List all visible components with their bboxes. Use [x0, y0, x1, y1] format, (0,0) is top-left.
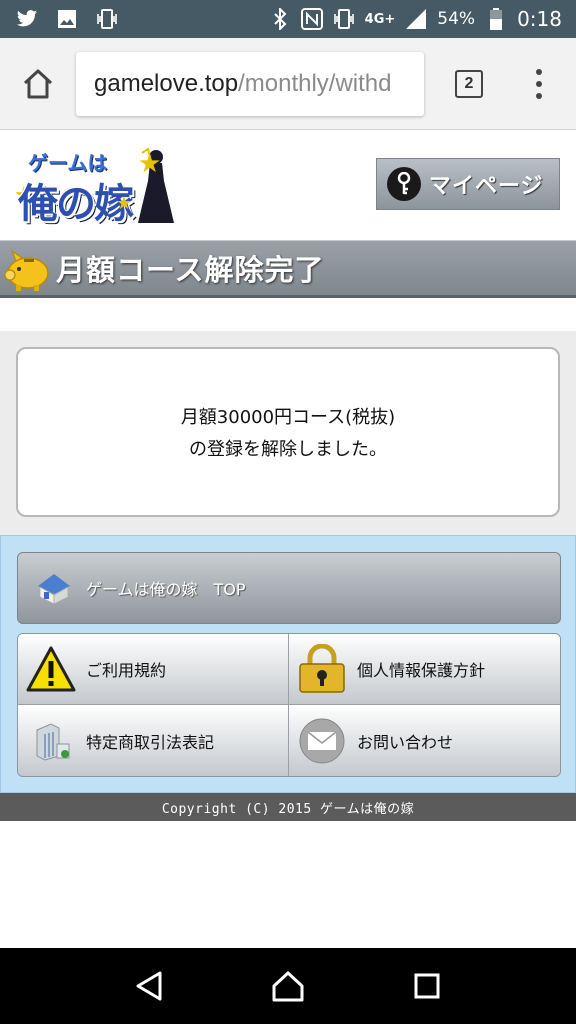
result-message-line-2: の登録を解除しました。 [189, 439, 387, 460]
vibrate-icon [96, 8, 118, 30]
top-page-label: ゲームは俺の嫁 TOP [86, 580, 246, 599]
back-button[interactable] [119, 956, 179, 1016]
page-title-bar: 月額コース解除完了 [0, 240, 576, 298]
privacy-policy-label: 個人情報保護方針 [357, 661, 486, 680]
logo-text-big: 俺の嫁 [18, 181, 134, 227]
recent-apps-button[interactable] [397, 956, 457, 1016]
system-icons: 4G+ 54% 0:18 [269, 7, 576, 31]
page-title: 月額コース解除完了 [56, 253, 325, 287]
commerce-law-label: 特定商取引法表記 [86, 732, 215, 752]
footer-navigation: ゲームは俺の嫁 TOP ご利用規約 個人情報保護方針 特定商取引法表記 お問い合… [0, 535, 576, 793]
site-logo[interactable]: ★ ゲームは 俺の嫁 ★ ★ [14, 145, 174, 227]
system-navigation-bar [0, 948, 576, 1024]
star-icon: ★ [138, 149, 162, 179]
browser-toolbar: gamelove.top/monthly/withd 2 [0, 38, 576, 130]
mail-envelope-icon [297, 716, 347, 766]
signal-icon [405, 8, 427, 30]
notification-icons [0, 8, 118, 30]
site-footer: Copyright (C) 2015 ゲームは俺の嫁 [0, 793, 576, 821]
overflow-menu-button[interactable] [514, 38, 564, 130]
mypage-button[interactable]: マイページ [376, 158, 560, 210]
info-links-grid: ご利用規約 個人情報保護方針 特定商取引法表記 お問い合わせ [17, 633, 561, 777]
twitter-icon [16, 8, 38, 30]
clock: 0:18 [517, 7, 562, 31]
contact-link[interactable]: お問い合わせ [289, 705, 560, 776]
address-bar[interactable]: gamelove.top/monthly/withd [76, 51, 424, 116]
commerce-law-link[interactable]: 特定商取引法表記 [18, 705, 289, 776]
key-icon [387, 167, 421, 201]
bluetooth-icon [269, 8, 291, 30]
image-icon [56, 8, 78, 30]
copyright-text: Copyright (C) 2015 ゲームは俺の嫁 [161, 801, 415, 817]
tab-switcher-button[interactable]: 2 [424, 38, 514, 130]
warning-icon [26, 644, 76, 694]
top-page-link[interactable]: ゲームは俺の嫁 TOP [17, 552, 561, 624]
mypage-label: マイページ [429, 174, 544, 199]
padlock-icon [297, 644, 347, 694]
content-area: 月額30000円コース(税抜) の登録を解除しました。 [0, 331, 576, 535]
network-type: 4G+ [364, 11, 396, 27]
terms-link[interactable]: ご利用規約 [18, 634, 289, 705]
house-icon [38, 574, 70, 605]
terms-label: ご利用規約 [86, 661, 167, 680]
privacy-policy-link[interactable]: 個人情報保護方針 [289, 634, 560, 705]
contact-label: お問い合わせ [357, 732, 454, 752]
menu-dot-icon [536, 92, 542, 99]
status-bar: 4G+ 54% 0:18 [0, 0, 576, 38]
nfc-icon [300, 8, 323, 30]
battery-percent: 54% [437, 9, 476, 29]
back-triangle-icon [136, 971, 162, 1001]
vibrate-icon [333, 8, 355, 30]
home-outline-icon [272, 971, 304, 1002]
tab-count: 2 [455, 69, 483, 98]
url-host: gamelove.top [94, 69, 239, 97]
home-button[interactable] [0, 38, 76, 130]
home-icon [23, 69, 53, 98]
piggy-bank-icon [2, 243, 52, 293]
square-icon [414, 973, 440, 999]
url-path: /monthly/withd [238, 69, 392, 97]
result-message-box: 月額30000円コース(税抜) の登録を解除しました。 [16, 347, 560, 517]
star-icon: ★ [116, 193, 133, 214]
menu-dot-icon [536, 80, 542, 87]
result-message-line-1: 月額30000円コース(税抜) [180, 407, 396, 428]
menu-dot-icon [536, 68, 542, 75]
home-nav-button[interactable] [258, 956, 318, 1016]
site-header: ★ ゲームは 俺の嫁 ★ ★ マイページ [0, 131, 576, 239]
battery-icon [485, 8, 507, 30]
office-building-icon [26, 716, 76, 766]
